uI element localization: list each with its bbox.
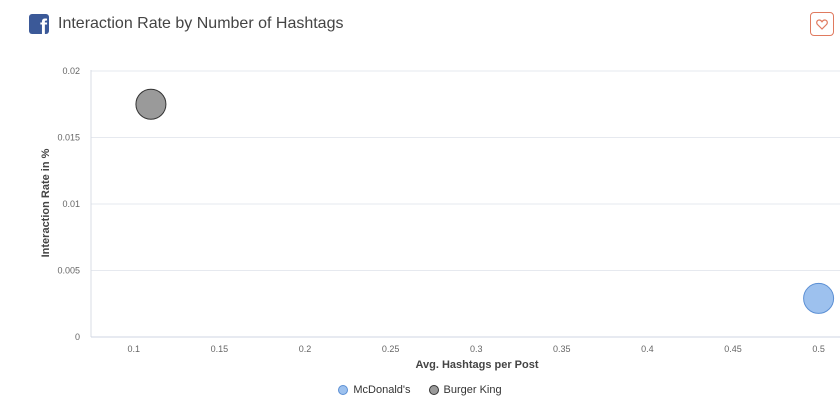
x-tick-label: 0.5 [812, 344, 825, 354]
x-tick-label: 0.1 [128, 344, 141, 354]
y-tick-labels: 0 0.005 0.01 0.015 0.02 [57, 66, 80, 342]
data-point-burger-king[interactable] [135, 88, 167, 120]
x-tick-label: 0.3 [470, 344, 483, 354]
legend-swatch-burger-king [428, 385, 439, 395]
x-tick-label: 0.4 [641, 344, 654, 354]
grid-lines [91, 70, 840, 271]
y-tick-label: 0 [75, 332, 80, 342]
chart-legend: McDonald's Burger King [0, 384, 840, 396]
x-tick-labels: 0.1 0.15 0.2 0.25 0.3 0.35 0.4 0.45 0.5 [128, 344, 825, 354]
legend-swatch-mcdonalds [338, 385, 349, 395]
legend-label: Burger King [443, 384, 502, 396]
y-tick-label: 0.02 [62, 66, 80, 76]
x-axis-label: Avg. Hashtags per Post [415, 359, 538, 371]
scatter-chart: 0 0.005 0.01 0.015 0.02 0.1 0.15 0.2 0.25 0.3 0.3… [40, 66, 840, 371]
x-tick-label: 0.25 [382, 344, 400, 354]
x-tick-label: 0.15 [211, 344, 229, 354]
x-tick-label: 0.45 [724, 344, 742, 354]
x-tick-label: 0.35 [553, 344, 571, 354]
data-point-mcdonalds[interactable] [803, 282, 835, 314]
x-tick-label: 0.2 [299, 344, 312, 354]
y-axis-label: Interaction Rate in % [40, 148, 52, 257]
y-tick-label: 0.005 [57, 266, 80, 276]
y-tick-label: 0.015 [57, 133, 80, 143]
legend-item-mcdonalds[interactable]: McDonald's [338, 384, 411, 396]
legend-item-burger-king[interactable]: Burger King [428, 384, 502, 396]
y-tick-label: 0.01 [62, 199, 80, 209]
data-points [135, 88, 835, 314]
legend-label: McDonald's [353, 384, 411, 396]
